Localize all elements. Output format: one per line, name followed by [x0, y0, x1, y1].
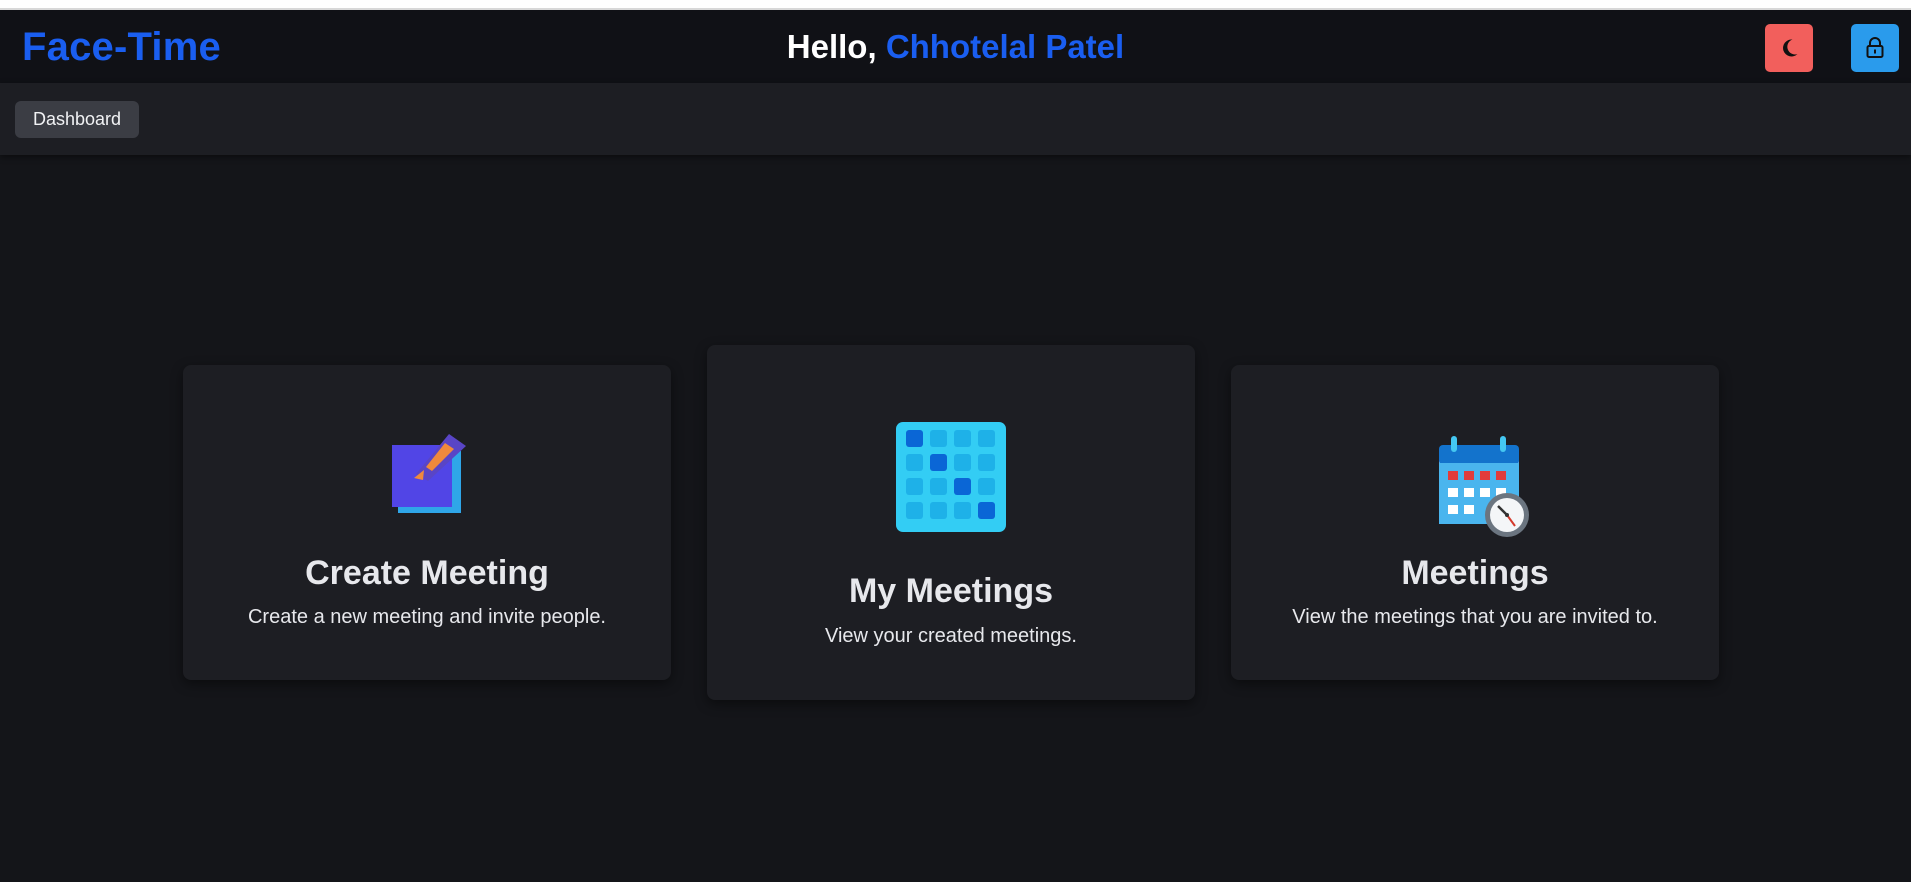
logout-button[interactable]	[1851, 24, 1899, 72]
my-meetings-card[interactable]: My Meetings View your created meetings.	[707, 345, 1195, 700]
greeting: Hello, Chhotelal Patel	[0, 28, 1911, 66]
theme-toggle-button[interactable]	[1765, 24, 1813, 72]
browser-top-strip	[0, 0, 1911, 10]
card-title: My Meetings	[848, 572, 1054, 610]
card-title: Create Meeting	[305, 554, 549, 592]
card-description: View the meetings that you are invited t…	[1292, 606, 1658, 628]
calendar-clock-icon	[1439, 436, 1529, 537]
moon-icon	[1783, 39, 1798, 57]
create-meeting-icon	[392, 434, 466, 513]
card-description: Create a new meeting and invite people.	[247, 606, 606, 628]
app-header: Face-Time Hello, Chhotelal Patel	[0, 10, 1911, 83]
greeting-prefix: Hello,	[786, 28, 877, 65]
lock-icon	[1866, 37, 1884, 58]
nav-bar: Dashboard	[0, 83, 1911, 155]
create-meeting-card[interactable]: Create Meeting Create a new meeting and …	[183, 365, 671, 680]
calendar-grid-icon	[896, 422, 1006, 532]
meetings-card[interactable]: Meetings View the meetings that you are …	[1231, 365, 1719, 680]
card-description: View your created meetings.	[825, 625, 1077, 647]
dashboard-button[interactable]: Dashboard	[15, 101, 139, 138]
user-name: Chhotelal Patel	[885, 28, 1125, 65]
card-title: Meetings	[1401, 554, 1549, 592]
